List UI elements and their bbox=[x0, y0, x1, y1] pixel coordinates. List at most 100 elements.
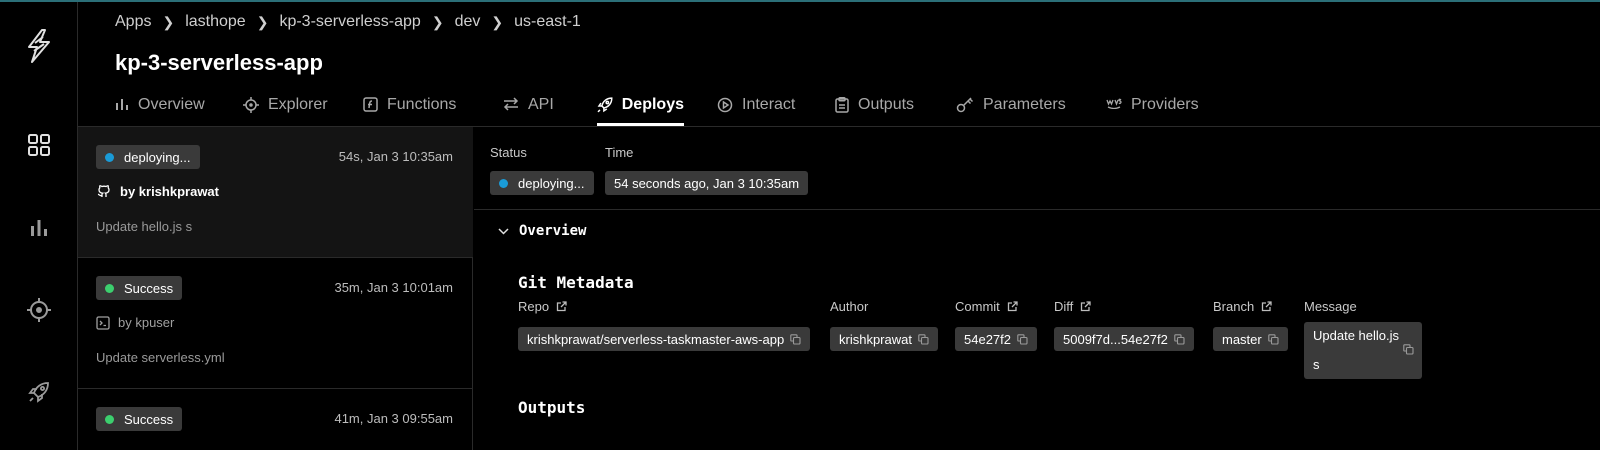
status-dot-icon bbox=[105, 283, 114, 293]
tab-label: Interact bbox=[742, 96, 796, 113]
deploy-author-text: by krishkprawat bbox=[120, 183, 219, 199]
commit-chip[interactable]: 54e27f2 bbox=[955, 327, 1037, 351]
tab-functions[interactable]: Functions bbox=[363, 92, 503, 126]
outputs-heading: Outputs bbox=[518, 398, 586, 417]
clipboard-icon bbox=[835, 97, 849, 113]
breadcrumb-region[interactable]: us-east-1 bbox=[514, 13, 581, 31]
branch-chip[interactable]: master bbox=[1213, 327, 1288, 351]
status-badge: Success bbox=[96, 407, 183, 431]
external-link-icon bbox=[1007, 301, 1018, 312]
tab-providers[interactable]: Providers bbox=[1106, 92, 1216, 126]
tab-label: Deploys bbox=[621, 96, 684, 113]
tab-label: Explorer bbox=[268, 96, 328, 113]
repo-chip[interactable]: krishkprawat/serverless-taskmaster-aws-a… bbox=[518, 327, 811, 351]
deploy-list-item[interactable]: deploying... 54s, Jan 3 10:35am by krish… bbox=[78, 127, 473, 258]
deploy-list: deploying... 54s, Jan 3 10:35am by krish… bbox=[78, 127, 473, 450]
tab-interact[interactable]: Interact bbox=[717, 92, 835, 126]
page-title: kp-3-serverless-app bbox=[115, 50, 323, 75]
repo-label-text: Repo bbox=[518, 299, 550, 314]
copy-icon[interactable] bbox=[1174, 333, 1185, 345]
copy-icon[interactable] bbox=[918, 333, 929, 345]
author-value: krishkprawat bbox=[839, 331, 912, 347]
apps-grid-icon[interactable] bbox=[0, 125, 78, 165]
time-label: Time bbox=[605, 145, 634, 160]
breadcrumb-apps[interactable]: Apps bbox=[115, 13, 151, 31]
status-dot-icon bbox=[105, 414, 114, 424]
branch-label[interactable]: Branch bbox=[1213, 299, 1272, 314]
metrics-icon[interactable] bbox=[0, 207, 78, 247]
status-badge: Success bbox=[96, 276, 183, 300]
status-text: deploying... bbox=[124, 149, 191, 165]
copy-icon[interactable] bbox=[1403, 344, 1414, 355]
terminal-icon bbox=[96, 315, 110, 330]
overview-heading: Overview bbox=[519, 223, 587, 239]
tab-label: API bbox=[528, 96, 554, 113]
play-circle-icon bbox=[717, 97, 733, 113]
git-metadata-heading: Git Metadata bbox=[518, 273, 634, 292]
status-dot-icon bbox=[499, 178, 508, 188]
author-label: Author bbox=[830, 299, 869, 314]
copy-icon[interactable] bbox=[790, 333, 801, 345]
deploy-author: by krishkprawat bbox=[96, 183, 219, 199]
deploy-detail: Status Time deploying... 54 seconds ago,… bbox=[474, 127, 1600, 450]
tab-deploys[interactable]: Deploys bbox=[597, 92, 684, 126]
status-text: Success bbox=[124, 280, 174, 296]
copy-icon[interactable] bbox=[1017, 333, 1028, 345]
deploy-time: 54s, Jan 3 10:35am bbox=[338, 149, 453, 164]
copy-icon[interactable] bbox=[1267, 333, 1279, 345]
message-value-wrap: s bbox=[1313, 357, 1320, 372]
serverless-logo-icon[interactable] bbox=[0, 26, 78, 66]
external-link-icon bbox=[556, 301, 567, 312]
explorer-crosshair-icon[interactable] bbox=[0, 290, 78, 330]
message-chip[interactable]: Update hello.js s bbox=[1304, 322, 1422, 379]
deploy-list-item[interactable]: Success 41m, Jan 3 09:55am bbox=[78, 389, 473, 450]
tab-explorer[interactable]: Explorer bbox=[243, 92, 363, 126]
deploy-list-item[interactable]: Success 35m, Jan 3 10:01am by kpuser Upd… bbox=[78, 258, 473, 389]
rocket-icon bbox=[597, 97, 613, 113]
chevron-right-icon: ❯ bbox=[491, 13, 504, 30]
status-chip: deploying... bbox=[490, 171, 594, 195]
deploy-message: Update hello.js s bbox=[96, 219, 193, 234]
deploy-author: by kpuser bbox=[96, 315, 174, 330]
commit-label-text: Commit bbox=[955, 299, 1000, 314]
crosshair-icon bbox=[243, 97, 259, 113]
overview-section-toggle[interactable]: Overview bbox=[498, 223, 586, 239]
diff-label[interactable]: Diff bbox=[1054, 299, 1091, 314]
chevron-down-icon bbox=[498, 227, 509, 235]
diff-label-text: Diff bbox=[1054, 299, 1074, 314]
breadcrumb: Apps ❯ lasthope ❯ kp-3-serverless-app ❯ … bbox=[115, 13, 581, 31]
deploy-author-text: by kpuser bbox=[118, 315, 175, 330]
external-link-icon bbox=[1262, 301, 1272, 312]
status-badge: deploying... bbox=[96, 145, 200, 169]
author-chip[interactable]: krishkprawat bbox=[830, 327, 938, 351]
detail-divider bbox=[474, 209, 1600, 210]
repo-value: krishkprawat/serverless-taskmaster-aws-a… bbox=[527, 331, 785, 347]
github-icon bbox=[97, 185, 110, 197]
chevron-right-icon: ❯ bbox=[162, 13, 175, 30]
top-accent-line bbox=[0, 0, 1600, 2]
deploy-time: 35m, Jan 3 10:01am bbox=[334, 280, 453, 295]
tab-label: Outputs bbox=[858, 96, 915, 113]
chevron-right-icon: ❯ bbox=[256, 13, 269, 30]
arrows-icon bbox=[503, 97, 519, 111]
deploys-rocket-icon[interactable] bbox=[0, 372, 78, 412]
status-label: Status bbox=[490, 145, 527, 160]
breadcrumb-org[interactable]: lasthope bbox=[185, 13, 246, 31]
diff-chip[interactable]: 5009f7d...54e27f2 bbox=[1054, 327, 1194, 351]
status-text: Success bbox=[124, 411, 174, 427]
commit-label[interactable]: Commit bbox=[955, 299, 1018, 314]
left-rail bbox=[0, 2, 78, 450]
deploy-message: Update serverless.yml bbox=[96, 350, 225, 365]
status-dot-icon bbox=[105, 152, 114, 162]
tab-parameters[interactable]: Parameters bbox=[956, 92, 1106, 126]
repo-label[interactable]: Repo bbox=[518, 299, 567, 314]
commit-value: 54e27f2 bbox=[964, 331, 1011, 347]
tab-overview[interactable]: Overview bbox=[115, 92, 243, 126]
breadcrumb-app[interactable]: kp-3-serverless-app bbox=[279, 13, 420, 31]
time-chip: 54 seconds ago, Jan 3 10:35am bbox=[605, 171, 809, 195]
diff-value: 5009f7d...54e27f2 bbox=[1063, 331, 1168, 347]
tab-outputs[interactable]: Outputs bbox=[835, 92, 956, 126]
tab-label: Parameters bbox=[983, 96, 1066, 113]
tab-api[interactable]: API bbox=[503, 92, 597, 126]
breadcrumb-stage[interactable]: dev bbox=[455, 13, 481, 31]
